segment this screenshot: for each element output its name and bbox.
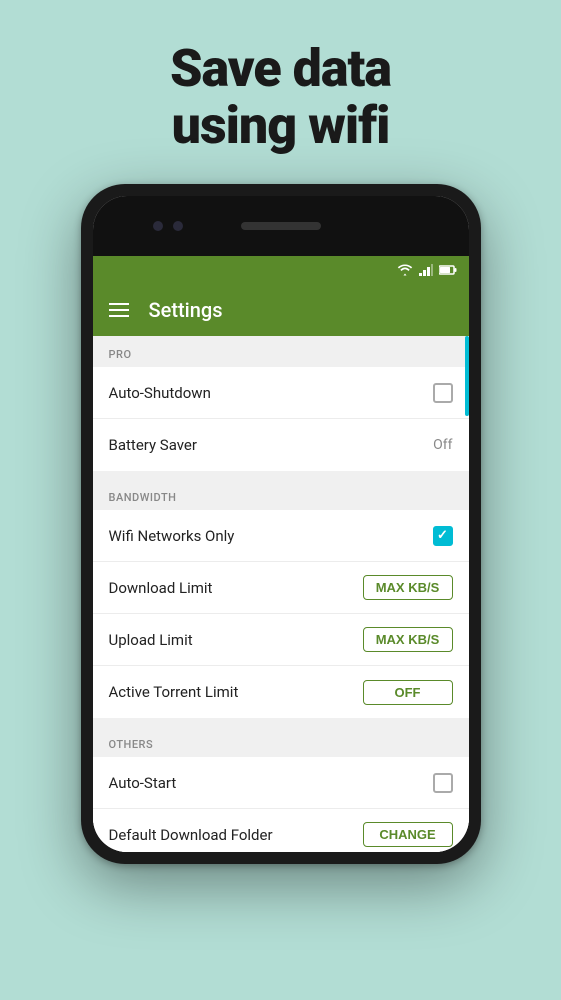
camera-dot-2 <box>173 221 183 231</box>
download-limit-button[interactable]: MAX KB/S <box>363 575 453 600</box>
battery-saver-value: Off <box>433 437 452 453</box>
app-bar: Settings <box>93 284 469 336</box>
camera-dots <box>153 221 183 231</box>
signal-icon <box>419 264 433 276</box>
scroll-indicator <box>465 336 469 416</box>
setting-row-active-torrent: Active Torrent Limit OFF <box>93 666 469 718</box>
hero-title-line1: Save data <box>170 40 391 97</box>
setting-row-default-folder: Default Download Folder CHANGE <box>93 809 469 852</box>
phone-frame: Settings PRO Auto-Shutdown Battery Saver… <box>81 184 481 864</box>
download-limit-label: Download Limit <box>109 579 213 597</box>
section-header-bandwidth: BANDWIDTH <box>93 479 469 510</box>
hamburger-menu[interactable] <box>109 303 129 317</box>
phone-mockup: Settings PRO Auto-Shutdown Battery Saver… <box>81 184 481 864</box>
hero-section: Save data using wifi <box>170 40 391 154</box>
section-bandwidth: Wifi Networks Only Download Limit MAX KB… <box>93 510 469 718</box>
section-header-pro: PRO <box>93 336 469 367</box>
wifi-networks-checkbox[interactable] <box>433 526 453 546</box>
wifi-networks-label: Wifi Networks Only <box>109 527 235 545</box>
camera-bar <box>93 196 469 256</box>
setting-row-download-limit: Download Limit MAX KB/S <box>93 562 469 614</box>
auto-start-checkbox[interactable] <box>433 773 453 793</box>
upload-limit-label: Upload Limit <box>109 631 193 649</box>
phone-screen: Settings PRO Auto-Shutdown Battery Saver… <box>93 196 469 852</box>
setting-row-auto-shutdown: Auto-Shutdown <box>93 367 469 419</box>
default-folder-label: Default Download Folder <box>109 826 273 844</box>
settings-content: PRO Auto-Shutdown Battery Saver Off BAND… <box>93 336 469 852</box>
battery-saver-label: Battery Saver <box>109 436 197 454</box>
app-bar-title: Settings <box>149 298 223 322</box>
auto-start-label: Auto-Start <box>109 774 177 792</box>
wifi-icon <box>397 264 413 276</box>
default-folder-button[interactable]: CHANGE <box>363 822 453 847</box>
section-header-others: OTHERS <box>93 726 469 757</box>
battery-icon <box>439 265 457 275</box>
active-torrent-button[interactable]: OFF <box>363 680 453 705</box>
camera-dot-1 <box>153 221 163 231</box>
setting-row-auto-start: Auto-Start <box>93 757 469 809</box>
setting-row-wifi-networks: Wifi Networks Only <box>93 510 469 562</box>
status-bar <box>93 256 469 284</box>
section-others: Auto-Start Default Download Folder CHANG… <box>93 757 469 852</box>
section-pro: Auto-Shutdown Battery Saver Off <box>93 367 469 471</box>
auto-shutdown-checkbox[interactable] <box>433 383 453 403</box>
auto-shutdown-label: Auto-Shutdown <box>109 384 211 402</box>
upload-limit-button[interactable]: MAX KB/S <box>363 627 453 652</box>
active-torrent-label: Active Torrent Limit <box>109 683 239 701</box>
setting-row-upload-limit: Upload Limit MAX KB/S <box>93 614 469 666</box>
setting-row-battery-saver[interactable]: Battery Saver Off <box>93 419 469 471</box>
speaker <box>241 222 321 230</box>
hero-title-line2: using wifi <box>170 97 391 154</box>
